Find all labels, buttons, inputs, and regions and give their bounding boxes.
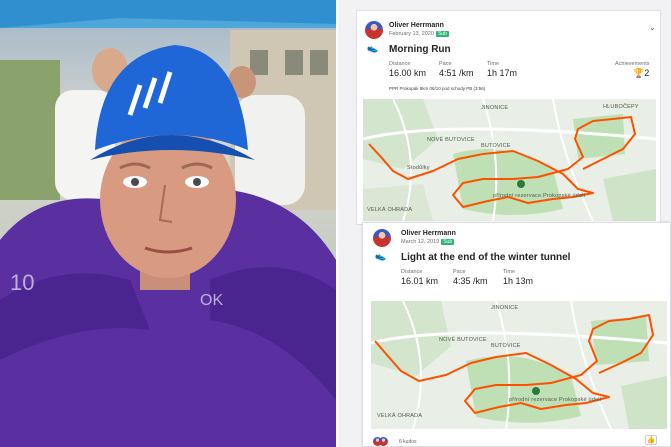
map-label: přírodní rezervace Prokopské údolí: [493, 193, 586, 199]
runner-photo-drawing: 10 OK: [0, 0, 336, 447]
achievements-label: Achievements: [615, 61, 650, 67]
route-map-drawing: [371, 301, 667, 429]
activity-date-text: February 13, 2020: [389, 31, 434, 37]
trophy-icon: 🏆: [633, 68, 645, 78]
map-label: NOVÉ BUTOVICE: [427, 137, 475, 143]
stat-pace-value: 4:51 /km: [439, 68, 474, 78]
stat-pace-label: Pace: [439, 61, 452, 67]
kudos-avatar: [379, 437, 388, 446]
athlete-name[interactable]: Oliver Herrmann: [389, 22, 444, 29]
map-label: přírodní rezervace Prokopské údolí: [509, 397, 602, 403]
activity-title[interactable]: Morning Run: [389, 44, 451, 55]
activity-title[interactable]: Light at the end of the winter tunnel: [401, 252, 570, 263]
activity-date-text: March 12, 2019: [401, 239, 440, 245]
map-label: Stodůlky: [407, 165, 430, 171]
achievements-count: 2: [644, 68, 650, 78]
stat-distance-value: 16.01 km: [401, 276, 439, 286]
activity-card[interactable]: Oliver Herrmann February 13, 2020 Sub ⌄ 👟…: [356, 10, 661, 225]
runner-photo: 10 OK: [0, 0, 336, 447]
thumbs-up-icon[interactable]: 👍: [645, 435, 657, 445]
shoe-icon: 👟: [375, 251, 387, 261]
svg-text:10: 10: [10, 270, 34, 295]
chevron-down-icon[interactable]: ⌄: [649, 23, 656, 32]
stat-distance-label: Distance: [401, 269, 423, 275]
segment-note[interactable]: PPR Prokopák 8km 06/10 pod schody PB (3:…: [389, 86, 485, 91]
map-label: HLUBOČEPY: [603, 104, 639, 110]
activity-feed: Oliver Herrmann February 13, 2020 Sub ⌄ 👟…: [338, 0, 671, 447]
svg-text:OK: OK: [200, 292, 223, 309]
activity-date: February 13, 2020 Sub: [389, 31, 449, 37]
kudos-count[interactable]: 6 kudos: [399, 439, 417, 445]
stat-time-value: 1h 13m: [503, 276, 534, 286]
route-map-drawing: [363, 99, 656, 221]
shoe-icon: 👟: [367, 43, 379, 53]
map-label: NOVÉ BUTOVICE: [439, 337, 487, 343]
map-label: BUTOVICE: [491, 343, 521, 349]
map-label: BUTOVICE: [481, 143, 511, 149]
map-label: VELKÁ OHRADA: [367, 207, 413, 213]
stat-pace-label: Pace: [453, 269, 466, 275]
route-map[interactable]: NOVÉ BUTOVICE JINONICE BUTOVICE HLUBOČEP…: [363, 99, 656, 221]
stat-distance-label: Distance: [389, 61, 411, 67]
avatar[interactable]: [373, 229, 391, 247]
route-map[interactable]: NOVÉ BUTOVICE JINONICE BUTOVICE přírodní…: [371, 301, 667, 429]
stat-time-label: Time: [487, 61, 500, 67]
stat-pace-value: 4:35 /km: [453, 276, 488, 286]
stat-time-label: Time: [503, 269, 516, 275]
achievements-value: 🏆2: [633, 68, 649, 79]
activity-date: March 12, 2019 Sub: [401, 239, 455, 245]
subscriber-badge: Sub: [441, 239, 455, 245]
map-label: JINONICE: [481, 105, 509, 111]
activity-card[interactable]: Oliver Herrmann March 12, 2019 Sub 👟 Ligh…: [362, 222, 671, 447]
stat-distance-value: 16.00 km: [389, 68, 427, 78]
stat-time-value: 1h 17m: [487, 68, 518, 78]
subscriber-badge: Sub: [435, 31, 449, 37]
avatar[interactable]: [365, 21, 383, 39]
map-label: JINONICE: [491, 305, 519, 311]
map-label: VELKÁ OHRADA: [377, 413, 423, 419]
athlete-name[interactable]: Oliver Herrmann: [401, 230, 456, 237]
